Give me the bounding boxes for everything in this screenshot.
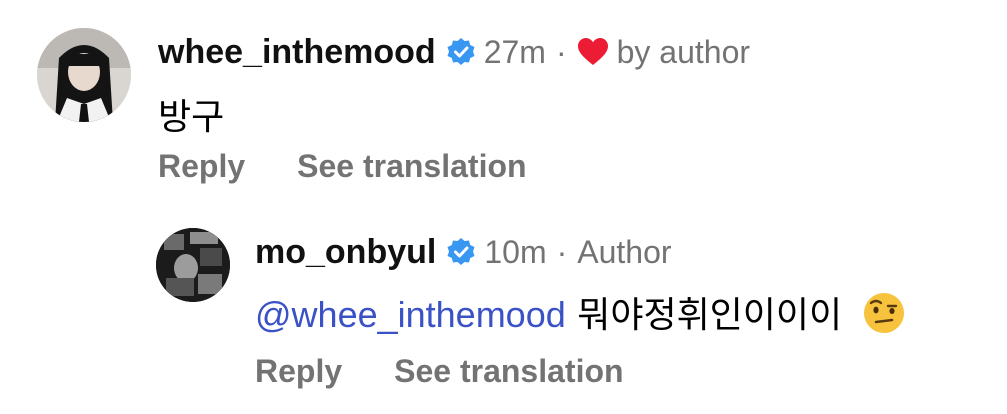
- verified-badge-icon: [447, 38, 475, 65]
- liked-by-author: by author: [616, 33, 751, 70]
- reply-button[interactable]: Reply: [158, 148, 245, 185]
- comment-header: whee_inthemood 27m · by author: [158, 30, 750, 74]
- reply-button[interactable]: Reply: [255, 353, 342, 390]
- author-label: Author: [577, 233, 672, 270]
- avatar-whee-inthemood[interactable]: [37, 28, 131, 122]
- see-translation-button[interactable]: See translation: [297, 148, 526, 185]
- see-translation-button[interactable]: See translation: [394, 353, 623, 390]
- heart-icon: [577, 38, 608, 65]
- reply-actions: Reply See translation: [255, 353, 624, 390]
- comment-text: 방구: [158, 97, 225, 138]
- timestamp: 27m: [483, 33, 546, 70]
- username[interactable]: mo_onbyul: [255, 233, 436, 272]
- reply-text: @whee_inthemood 뭐야정휘인이이이: [255, 286, 906, 338]
- separator-dot: ·: [556, 233, 568, 270]
- profile-photo: [37, 28, 131, 122]
- mention-link[interactable]: @whee_inthemood: [255, 294, 566, 335]
- timestamp: 10m: [484, 233, 547, 270]
- username[interactable]: whee_inthemood: [158, 33, 436, 72]
- face-with-raised-eyebrow-icon: [863, 293, 904, 333]
- reply-message: 뭐야정휘인이이이: [577, 295, 843, 336]
- separator-dot: ·: [555, 33, 567, 70]
- reply-header: mo_onbyul 10m · Author: [255, 230, 672, 274]
- comment-actions: Reply See translation: [158, 148, 527, 185]
- verified-badge-icon: [447, 238, 475, 265]
- avatar-mo-onbyul[interactable]: [156, 228, 230, 302]
- profile-photo: [156, 228, 230, 302]
